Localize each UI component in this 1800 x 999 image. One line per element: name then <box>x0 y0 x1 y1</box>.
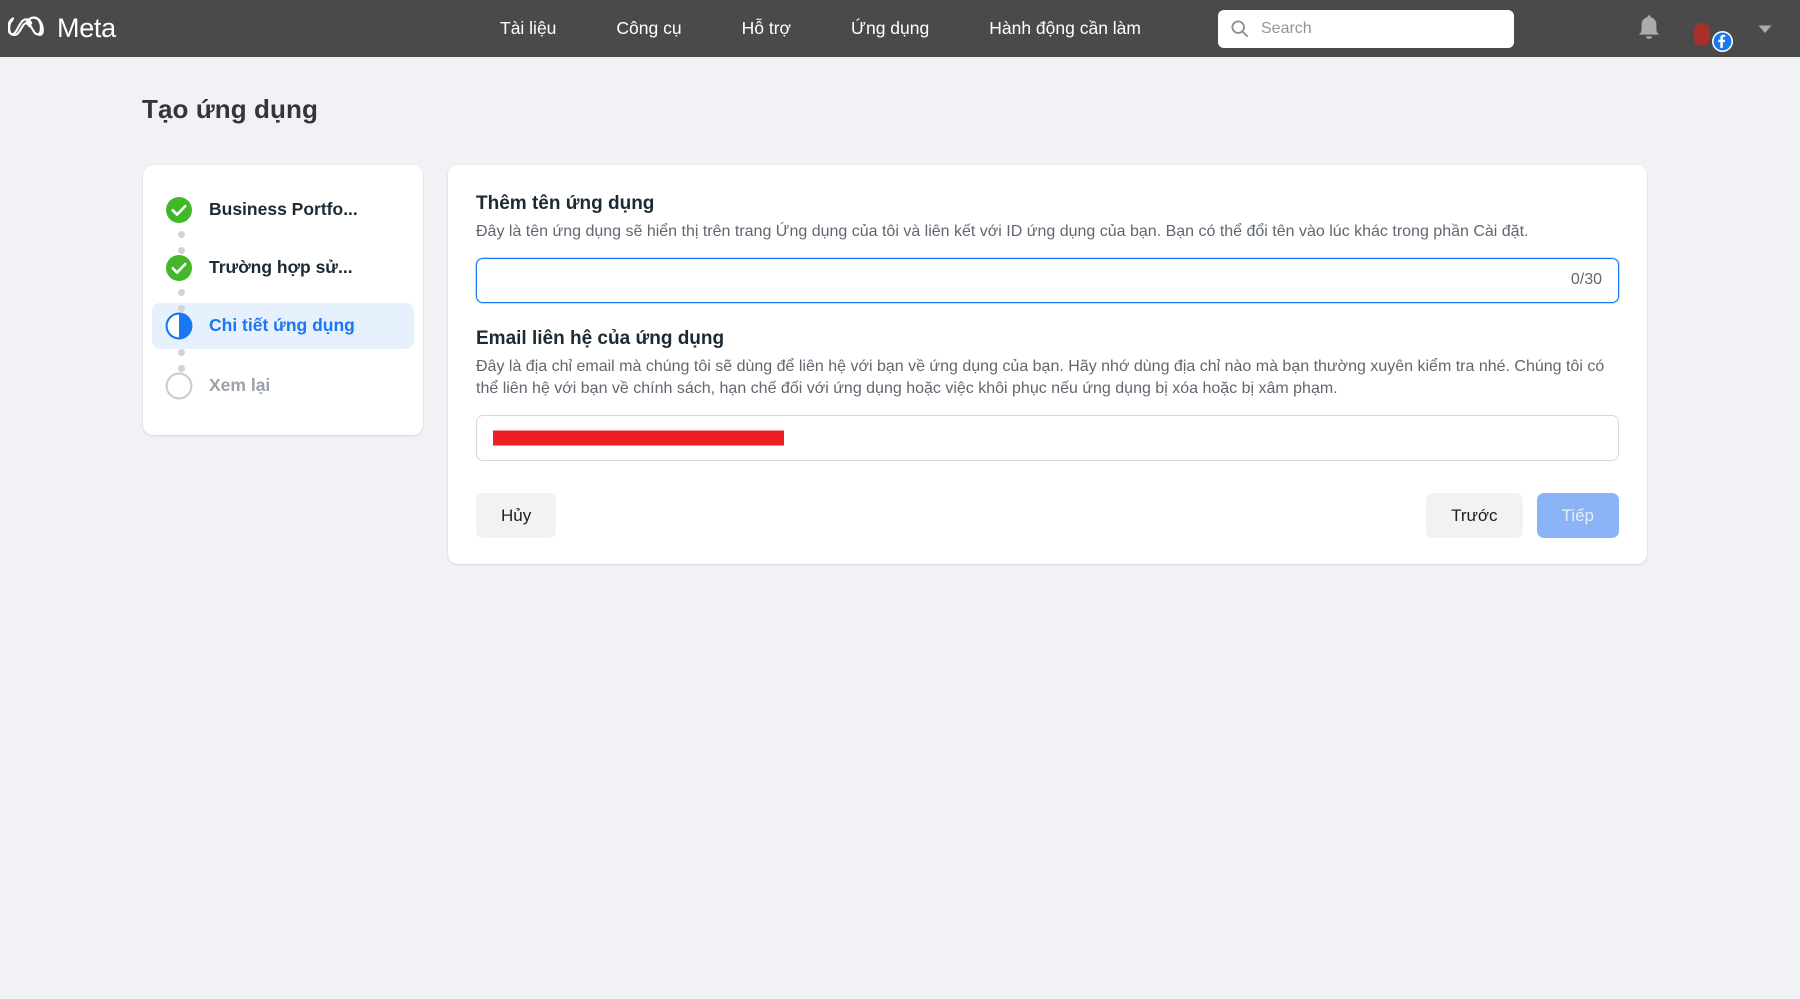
stepper-connector-2 <box>143 288 423 312</box>
app-name-description: Đây là tên ứng dụng sẽ hiển thị trên tra… <box>476 222 1529 240</box>
stepper-card: Business Portfo... Trường hợp sử... Chi … <box>143 164 423 435</box>
empty-circle-icon <box>165 372 193 400</box>
page-content: Business Portfo... Trường hợp sử... Chi … <box>0 143 1800 565</box>
next-button[interactable]: Tiếp <box>1536 493 1619 539</box>
contact-email-input-wrapper[interactable] <box>476 415 1619 462</box>
app-name-input-wrapper[interactable]: 0/30 <box>476 257 1619 303</box>
app-details-form-card: Thêm tên ứng dụng Đây là tên ứng dụng sẽ… <box>448 164 1647 565</box>
stepper-connector-1 <box>143 230 423 254</box>
connector-dot <box>178 288 185 296</box>
meta-brand[interactable]: Meta <box>0 15 470 42</box>
search-box[interactable] <box>1218 9 1514 48</box>
connector-dot <box>178 348 185 356</box>
contact-email-field-group: Email liên hệ của ứng dụng Đây là địa ch… <box>476 327 1619 462</box>
app-name-title: Thêm tên ứng dụng <box>476 192 655 214</box>
nav-item-apps[interactable]: Ứng dụng <box>821 10 959 47</box>
search-input[interactable] <box>1259 18 1502 39</box>
topbar-right-cluster <box>1634 9 1788 52</box>
page-title: Tạo ứng dụng <box>142 94 318 125</box>
stepper-label: Chi tiết ứng dụng <box>209 315 355 336</box>
check-circle-icon <box>165 196 193 224</box>
stepper-item-review[interactable]: Xem lại <box>143 363 423 409</box>
half-filled-circle-icon <box>165 312 193 340</box>
form-actions-right: Trước Tiếp <box>1426 493 1619 539</box>
connector-dot <box>178 304 185 312</box>
stepper-item-app-details[interactable]: Chi tiết ứng dụng <box>152 302 414 349</box>
stepper-item-business-portfolio[interactable]: Business Portfo... <box>143 187 423 233</box>
app-name-input[interactable] <box>493 270 1561 291</box>
top-navigation-bar: Meta Tài liệu Công cụ Hỗ trợ Ứng dụng Hà… <box>0 0 1800 57</box>
nav-item-todo[interactable]: Hành động cần làm <box>959 10 1171 47</box>
connector-dot <box>178 230 185 238</box>
connector-dot <box>178 246 185 254</box>
chevron-down-icon[interactable] <box>1756 20 1774 38</box>
check-circle-icon <box>165 254 193 282</box>
connector-dot <box>178 364 185 372</box>
facebook-badge-icon <box>1712 30 1733 52</box>
primary-nav: Tài liệu Công cụ Hỗ trợ Ứng dụng Hành độ… <box>470 10 1171 47</box>
cancel-button[interactable]: Hủy <box>476 493 557 539</box>
search-icon <box>1230 19 1249 38</box>
stepper-item-use-case[interactable]: Trường hợp sử... <box>143 245 423 291</box>
meta-infinity-logo-icon <box>6 16 48 42</box>
nav-item-docs[interactable]: Tài liệu <box>470 10 586 47</box>
stepper-label: Xem lại <box>209 375 271 396</box>
nav-item-tools[interactable]: Công cụ <box>586 10 711 47</box>
stepper-label: Trường hợp sử... <box>209 257 353 278</box>
stepper-connector-3 <box>143 348 423 372</box>
app-name-field-group: Thêm tên ứng dụng Đây là tên ứng dụng sẽ… <box>476 193 1619 303</box>
form-actions: Hủy Trước Tiếp <box>476 493 1619 539</box>
redaction-bar <box>493 430 784 446</box>
back-button[interactable]: Trước <box>1426 493 1523 539</box>
notification-bell-icon[interactable] <box>1634 13 1664 45</box>
meta-brand-label: Meta <box>57 13 116 43</box>
stepper-label: Business Portfo... <box>209 199 358 220</box>
avatar[interactable] <box>1690 9 1733 52</box>
nav-item-support[interactable]: Hỗ trợ <box>712 10 821 47</box>
contact-email-description: Đây là địa chỉ email mà chúng tôi sẽ dùn… <box>476 357 1605 397</box>
contact-email-title: Email liên hệ của ứng dụng <box>476 327 725 349</box>
app-name-character-counter: 0/30 <box>1570 271 1602 289</box>
